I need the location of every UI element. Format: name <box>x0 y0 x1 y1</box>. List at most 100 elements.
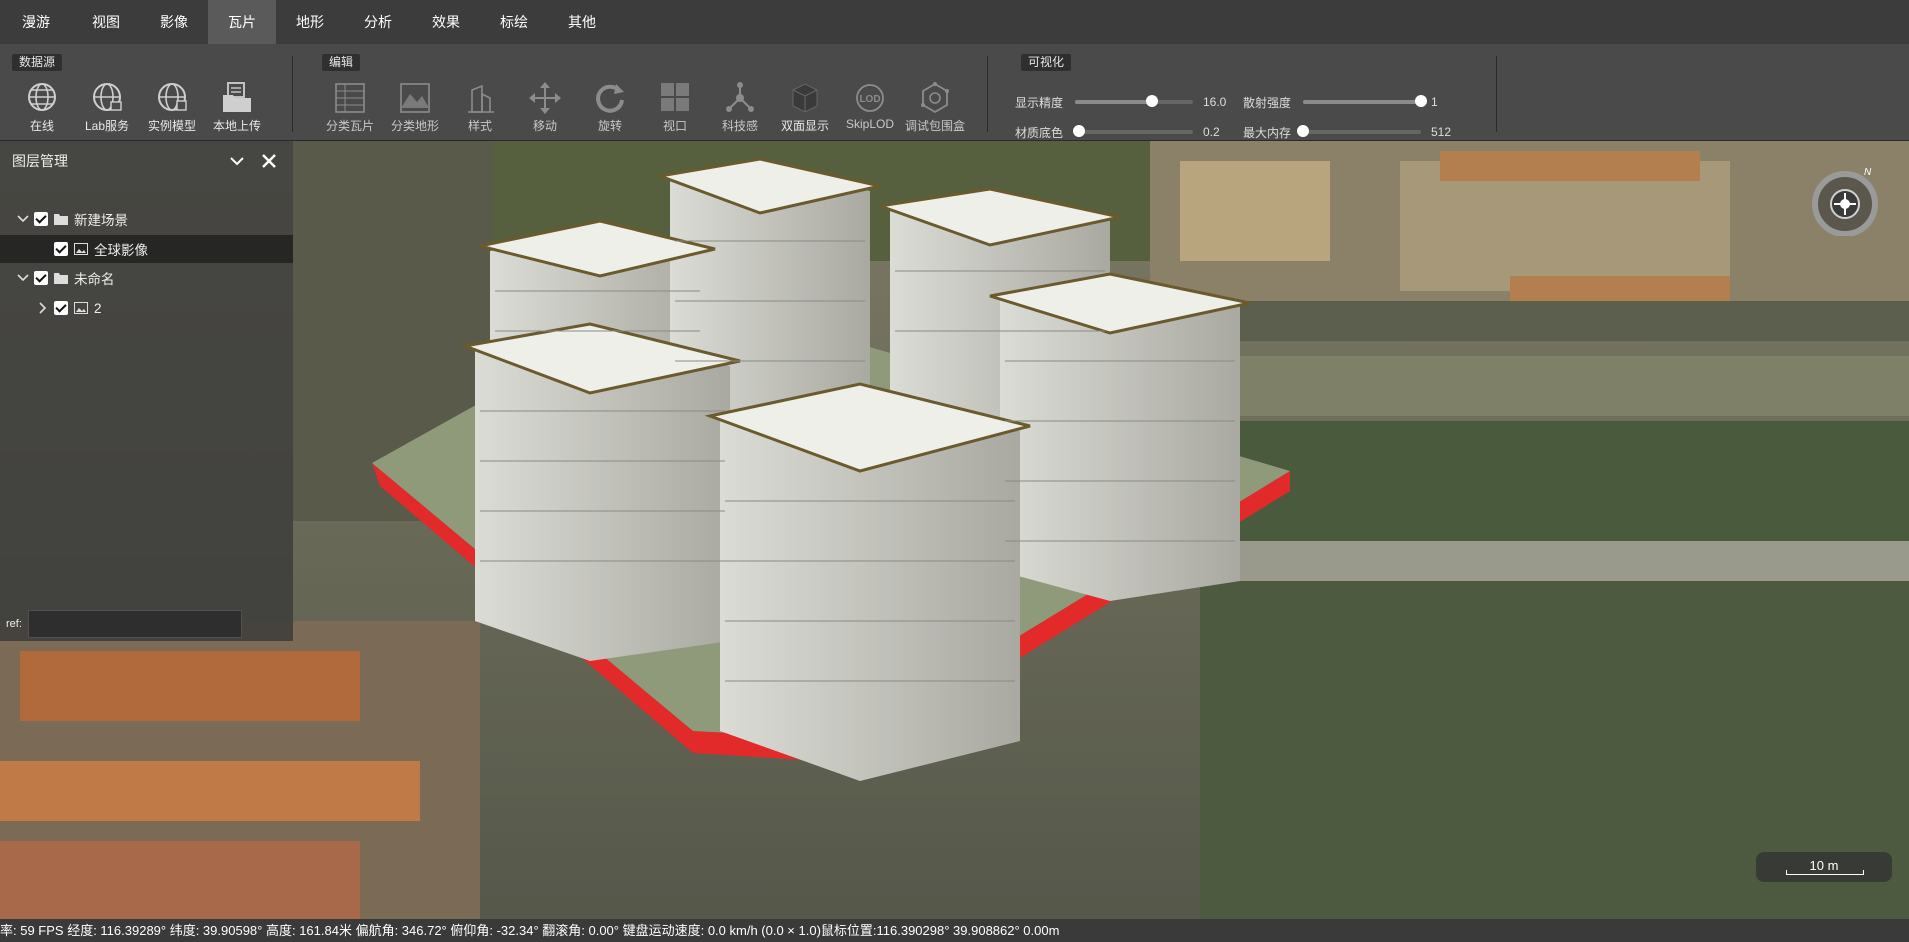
menu-view[interactable]: 视图 <box>72 0 140 44</box>
close-icon[interactable] <box>259 151 279 171</box>
checkbox[interactable] <box>34 212 48 226</box>
chevron-right-icon[interactable] <box>36 301 50 315</box>
checkbox[interactable] <box>34 271 48 285</box>
tool-style-label: 样式 <box>467 119 492 133</box>
tool-tech-style-label: 科技感 <box>721 119 758 133</box>
slider-scatter-strength: 散射强度 1 <box>1243 93 1459 111</box>
menu-analysis[interactable]: 分析 <box>344 0 412 44</box>
tool-move-label: 移动 <box>532 119 557 133</box>
classify-tile-icon <box>335 83 365 113</box>
slider-thumb[interactable] <box>1145 95 1158 107</box>
tool-local-upload-label: 本地上传 <box>212 119 261 133</box>
lod-icon: LOD <box>856 84 884 112</box>
slider-track[interactable] <box>1303 95 1427 107</box>
panel-header: 图层管理 <box>0 141 293 181</box>
tool-tech-style[interactable]: 科技感 <box>708 80 772 133</box>
slider-thumb[interactable] <box>1415 95 1427 107</box>
compass-navigation[interactable]: N <box>1810 166 1880 236</box>
slider-value: 1 <box>1431 95 1438 109</box>
ref-row: ref: <box>0 610 242 638</box>
slider-fill <box>1075 100 1152 104</box>
tool-rotate[interactable]: 旋转 <box>578 80 642 133</box>
slider-label: 最大内存 <box>1243 125 1292 140</box>
slider-label: 材质底色 <box>1015 125 1064 140</box>
tool-style[interactable]: 样式 <box>448 80 512 133</box>
folder-upload-icon <box>223 82 251 112</box>
chevron-down-icon[interactable] <box>16 212 30 226</box>
menu-terrain[interactable]: 地形 <box>276 0 344 44</box>
tool-classify-terrain[interactable]: 分类地形 <box>383 80 447 133</box>
menu-imagery[interactable]: 影像 <box>140 0 208 44</box>
folder-icon <box>54 273 68 284</box>
tool-classify-tile-label: 分类瓦片 <box>325 119 374 133</box>
bounding-box-icon <box>921 82 949 114</box>
tool-classify-terrain-label: 分类地形 <box>390 119 439 133</box>
slider-label: 显示精度 <box>1015 95 1064 110</box>
group-separator <box>1496 56 1497 132</box>
tool-debug-bounding-box[interactable]: 调试包围盒 <box>903 80 967 133</box>
tool-local-upload[interactable]: 本地上传 <box>205 80 269 133</box>
slider-track[interactable] <box>1072 125 1193 137</box>
chevron-down-icon[interactable] <box>16 271 30 285</box>
svg-text:LOD: LOD <box>859 94 880 105</box>
tool-debug-bounding-box-label: 调试包围盒 <box>904 119 965 133</box>
tool-instance-model-label: 实例模型 <box>147 119 196 133</box>
slider-track[interactable] <box>1297 125 1421 137</box>
tool-classify-tile[interactable]: 分类瓦片 <box>318 80 382 133</box>
tree-node-label: 未命名 <box>74 272 115 287</box>
tool-skiplod[interactable]: LOD SkipLOD <box>838 80 902 132</box>
image-icon <box>74 243 88 255</box>
panel-title: 图层管理 <box>12 153 68 169</box>
slider-thumb[interactable] <box>1072 125 1085 137</box>
menu-bar: 漫游 视图 影像 瓦片 地形 分析 效果 标绘 其他 <box>0 0 1909 45</box>
globe-icon <box>28 83 56 111</box>
tool-viewport[interactable]: 视口 <box>643 80 707 133</box>
move-icon <box>529 82 561 114</box>
slider-track[interactable] <box>1075 95 1193 107</box>
image-icon <box>74 302 88 314</box>
slider-fill <box>1303 100 1421 104</box>
tree-node-2[interactable]: 2 <box>0 294 293 322</box>
checkbox[interactable] <box>54 301 68 315</box>
group-separator <box>987 56 988 132</box>
tool-lab-service[interactable]: Lab服务 <box>75 80 139 133</box>
slider-thumb[interactable] <box>1297 125 1309 137</box>
menu-other[interactable]: 其他 <box>548 0 616 44</box>
group-separator <box>292 56 293 132</box>
tool-double-side-label: 双面显示 <box>780 119 829 133</box>
tree-node-new-scene[interactable]: 新建场景 <box>0 205 293 233</box>
tech-icon <box>726 82 754 112</box>
globe-lab-icon <box>93 83 122 111</box>
tree-node-label: 全球影像 <box>94 243 148 258</box>
checkbox[interactable] <box>54 242 68 256</box>
menu-effects[interactable]: 效果 <box>412 0 480 44</box>
slider-max-memory: 最大内存 512 <box>1243 123 1459 141</box>
slider-material-base: 材质底色 0.2 <box>1015 123 1231 141</box>
group-title-edit: 编辑 <box>322 54 361 71</box>
tool-skiplod-label: SkipLOD <box>845 117 895 131</box>
tool-viewport-label: 视口 <box>662 119 687 133</box>
collapse-chevron-icon[interactable] <box>227 151 247 171</box>
tool-online-label: 在线 <box>29 119 54 133</box>
ref-label: ref: <box>6 618 22 630</box>
menu-tiles[interactable]: 瓦片 <box>208 0 276 44</box>
slider-label: 散射强度 <box>1243 95 1292 110</box>
north-label: N <box>1864 167 1872 178</box>
menu-roam[interactable]: 漫游 <box>0 0 72 44</box>
tool-double-side[interactable]: 双面显示 <box>773 80 837 133</box>
classify-terrain-icon <box>400 83 430 113</box>
double-side-icon <box>792 83 818 113</box>
slider-value: 16.0 <box>1203 95 1227 109</box>
menu-plot[interactable]: 标绘 <box>480 0 548 44</box>
tree-node-unnamed[interactable]: 未命名 <box>0 264 293 292</box>
tool-online[interactable]: 在线 <box>10 80 74 133</box>
tool-move[interactable]: 移动 <box>513 80 577 133</box>
tool-lab-service-label: Lab服务 <box>84 119 130 133</box>
group-title-datasource: 数据源 <box>12 54 63 71</box>
ref-input[interactable] <box>28 610 242 638</box>
group-title-visual: 可视化 <box>1021 54 1072 71</box>
tree-node-global-imagery[interactable]: 全球影像 <box>0 235 293 263</box>
scale-ruler <box>1786 870 1864 875</box>
slider-value: 0.2 <box>1203 125 1220 139</box>
tool-instance-model[interactable]: 实例模型 <box>140 80 204 133</box>
